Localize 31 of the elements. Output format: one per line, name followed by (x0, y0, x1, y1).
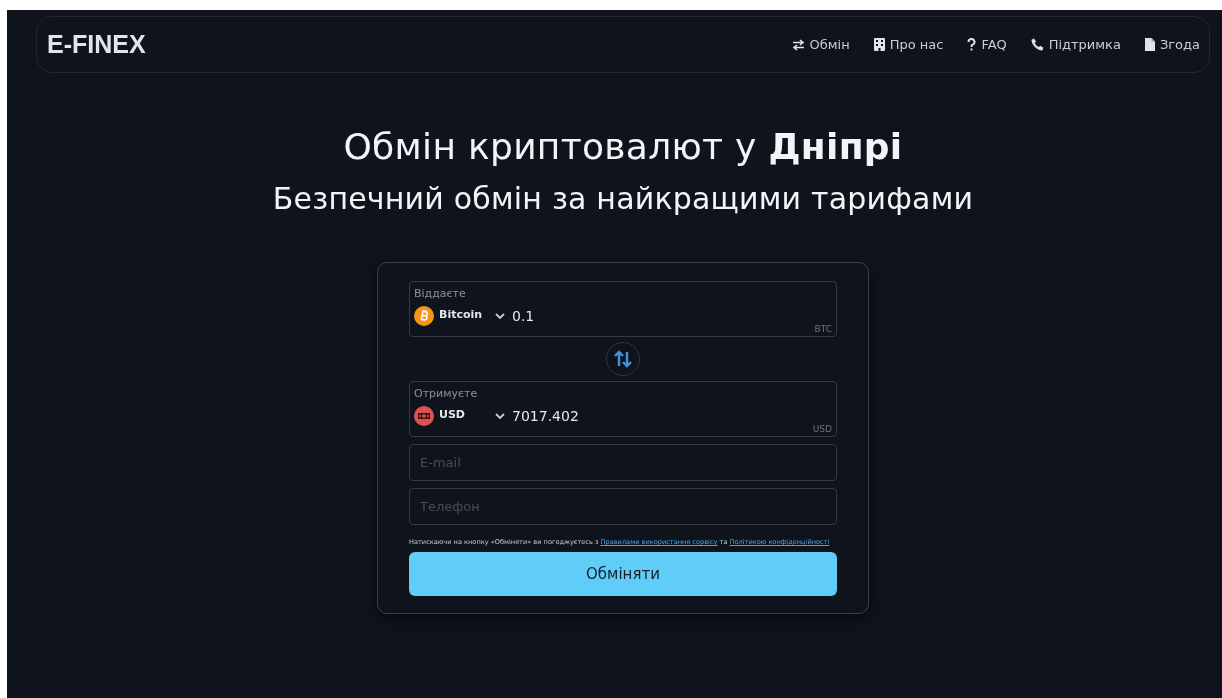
question-mark-icon (967, 38, 977, 51)
nav-link[interactable]: Згода (1144, 37, 1200, 52)
swap-arrows-icon (791, 38, 805, 51)
building-icon (873, 38, 885, 51)
nav-link[interactable]: Про нас (873, 37, 944, 52)
amount-value: 0.1 (512, 308, 535, 324)
field-label: Отримуєте (414, 387, 479, 400)
logo[interactable]: E-FINEX (47, 30, 146, 59)
unit-label: BTC (814, 324, 832, 334)
email-field[interactable]: E-mail (409, 444, 837, 481)
nav-link[interactable]: Підтримка (1030, 37, 1121, 52)
exchange-button[interactable]: Обміняти (409, 552, 837, 596)
page-title: Обмін криптовалют у Дніпрі (343, 126, 903, 167)
swap-arrows-icon (613, 349, 633, 369)
chevron-down-icon[interactable] (495, 312, 505, 320)
phone-field[interactable]: Телефон (409, 488, 837, 525)
bitcoin-icon (414, 306, 434, 326)
page-subtitle: Безпечний обмін за найкращими тарифами (272, 181, 974, 216)
nav-link[interactable]: FAQ (967, 37, 1007, 52)
document-icon (1144, 38, 1155, 51)
amount-value: 7017.402 (512, 408, 579, 424)
unit-label: USD (812, 424, 832, 434)
currency-name[interactable]: Bitcoin (439, 307, 495, 321)
chevron-down-icon[interactable] (495, 412, 505, 420)
field-label: Віддаєте (414, 287, 467, 300)
currency-field[interactable]: Віддаєте Bitcoin 0.1 BTC (409, 281, 837, 337)
nav-link[interactable]: Обмін (791, 37, 850, 52)
phone-icon (1030, 38, 1044, 51)
currency-name[interactable]: USD (439, 407, 495, 421)
banknote-icon (414, 406, 434, 426)
currency-field[interactable]: Отримуєте USD 7017.402 USD (409, 381, 837, 437)
